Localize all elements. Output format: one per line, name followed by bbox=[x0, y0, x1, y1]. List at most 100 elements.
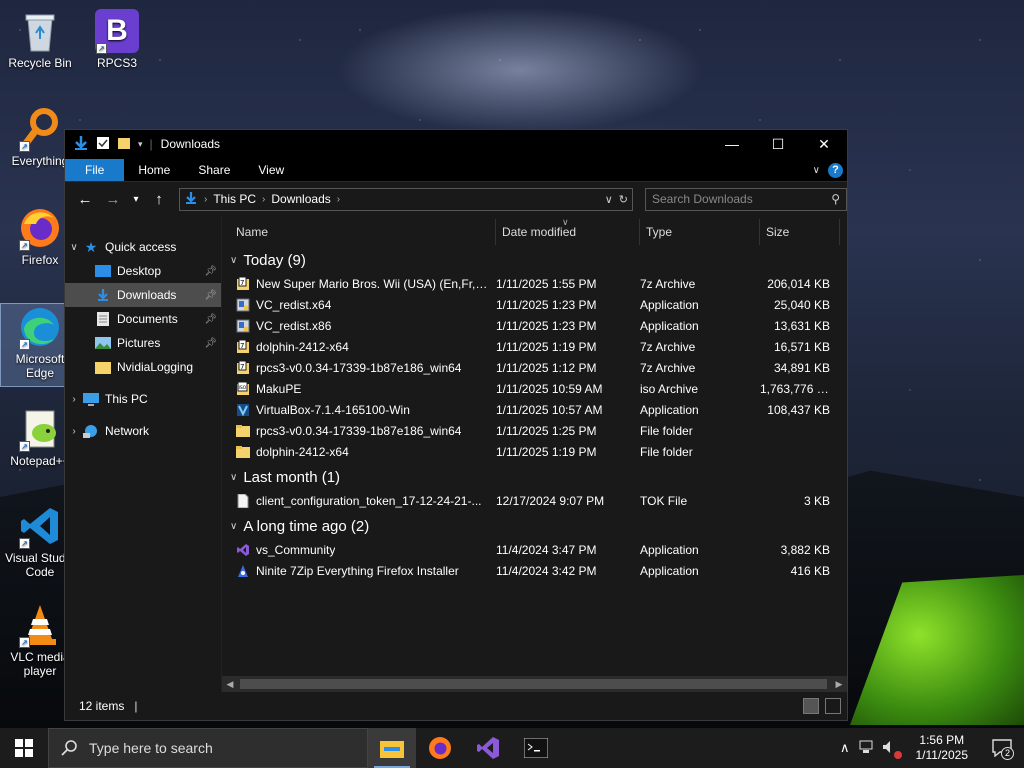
file-row[interactable]: ISO MakuPE 1/11/2025 10:59 AM iso Archive 1,… bbox=[222, 378, 847, 399]
file-name-cell: rpcs3-v0.0.34-17339-1b87e186_win64 bbox=[222, 424, 490, 438]
nav-documents[interactable]: Documents 📌︎ bbox=[65, 307, 221, 331]
file-icon bbox=[237, 493, 249, 508]
file-date: 1/11/2025 1:55 PM bbox=[496, 276, 597, 291]
notification-center-button[interactable]: 2 bbox=[984, 728, 1020, 768]
nav-desktop[interactable]: Desktop 📌︎ bbox=[65, 259, 221, 283]
breadcrumb-downloads[interactable]: Downloads bbox=[271, 192, 330, 206]
file-row[interactable]: 7 dolphin-2412-x64 1/11/2025 1:19 PM 7z Arc… bbox=[222, 336, 847, 357]
group-collapse-chevron-icon[interactable]: ∨ bbox=[230, 255, 237, 266]
file-row[interactable]: VirtualBox-7.1.4-165100-Win 1/11/2025 10:… bbox=[222, 399, 847, 420]
file-type: Application bbox=[640, 542, 699, 557]
customize-toolbar-chevron-icon[interactable]: ▾ bbox=[138, 139, 143, 150]
search-icon: ⚲ bbox=[831, 192, 840, 206]
tab-view[interactable]: View bbox=[244, 159, 298, 181]
horizontal-scrollbar[interactable]: ◀ ▶ bbox=[222, 676, 847, 692]
breadcrumb-this-pc[interactable]: This PC bbox=[213, 192, 256, 206]
file-size: 13,631 KB bbox=[773, 318, 830, 333]
expanded-chevron-icon[interactable]: ∨ bbox=[65, 242, 83, 253]
file-date: 1/11/2025 1:12 PM bbox=[496, 360, 597, 375]
navigation-pane: ∨ ★ Quick access Desktop 📌︎ Downloads 📌︎… bbox=[65, 217, 222, 692]
file-name-cell: dolphin-2412-x64 bbox=[222, 445, 490, 459]
pin-icon: 📌︎ bbox=[204, 265, 217, 277]
nav-label: NvidiaLogging bbox=[117, 360, 194, 374]
taskbar-file-explorer[interactable] bbox=[368, 728, 416, 768]
nav-label: Quick access bbox=[105, 240, 177, 254]
forward-button[interactable]: → bbox=[101, 191, 125, 208]
taskbar-search-input[interactable]: Type here to search bbox=[48, 728, 368, 768]
file-row[interactable]: rpcs3-v0.0.34-17339-1b87e186_win64 1/11/2… bbox=[222, 420, 847, 441]
group-collapse-chevron-icon[interactable]: ∨ bbox=[230, 472, 237, 483]
group-collapse-chevron-icon[interactable]: ∨ bbox=[230, 521, 237, 532]
file-row[interactable]: 7 rpcs3-v0.0.34-17339-1b87e186_win64 1/11/… bbox=[222, 357, 847, 378]
group-header[interactable]: ∨ Last month (1) bbox=[222, 464, 847, 490]
column-header-size[interactable]: Size bbox=[760, 219, 840, 245]
help-icon[interactable]: ? bbox=[828, 162, 843, 178]
collapsed-chevron-icon[interactable]: › bbox=[65, 426, 83, 437]
vscode-icon: ↗ bbox=[17, 503, 63, 549]
file-size: 108,437 KB bbox=[767, 402, 830, 417]
clock-date: 1/11/2025 bbox=[915, 748, 969, 762]
new-folder-icon[interactable] bbox=[117, 136, 131, 153]
search-downloads-input[interactable]: Search Downloads ⚲ bbox=[645, 187, 847, 211]
nav-pictures[interactable]: Pictures 📌︎ bbox=[65, 331, 221, 355]
expand-ribbon-chevron-icon[interactable]: ∨ bbox=[813, 165, 820, 176]
recent-locations-chevron-icon[interactable]: ▾ bbox=[129, 194, 143, 205]
file-row[interactable]: dolphin-2412-x64 1/11/2025 1:19 PM File fo… bbox=[222, 441, 847, 462]
column-header-type[interactable]: Type bbox=[640, 219, 760, 245]
nav-quick-access[interactable]: ∨ ★ Quick access bbox=[65, 235, 221, 259]
nav-nvidialogging[interactable]: NvidiaLogging bbox=[65, 355, 221, 379]
scroll-right-icon[interactable]: ▶ bbox=[831, 679, 847, 690]
properties-icon[interactable] bbox=[96, 136, 110, 153]
start-button[interactable] bbox=[0, 728, 48, 768]
file-type: File folder bbox=[640, 423, 693, 438]
nav-downloads[interactable]: Downloads 📌︎ bbox=[65, 283, 221, 307]
status-bar: 12 items | bbox=[65, 692, 847, 720]
minimize-button[interactable]: — bbox=[709, 130, 755, 158]
taskbar-firefox[interactable] bbox=[416, 728, 464, 768]
address-bar[interactable]: › This PC › Downloads › ∨ ↻ bbox=[179, 187, 633, 211]
file-name-cell: Ninite 7Zip Everything Firefox Installer bbox=[222, 564, 490, 578]
file-row[interactable]: VC_redist.x86 1/11/2025 1:23 PM Applicatio… bbox=[222, 315, 847, 336]
show-hidden-icons-chevron-icon[interactable]: ∧ bbox=[840, 740, 850, 756]
refresh-icon[interactable]: ↻ bbox=[619, 193, 628, 206]
title-bar[interactable]: ▾ | Downloads — ☐ ✕ bbox=[65, 130, 847, 158]
group-header[interactable]: ∨ A long time ago (2) bbox=[222, 513, 847, 539]
details-view-button[interactable] bbox=[803, 698, 819, 714]
firefox-icon bbox=[429, 737, 451, 759]
everything-search-icon: ↗ bbox=[17, 106, 63, 152]
close-button[interactable]: ✕ bbox=[801, 130, 847, 158]
file-row[interactable]: client_configuration_token_17-12-24-21-.… bbox=[222, 490, 847, 511]
desktop-icon-rpcs3[interactable]: B ↗ RPCS3 bbox=[77, 8, 157, 70]
back-button[interactable]: ← bbox=[73, 191, 97, 208]
scrollbar-thumb[interactable] bbox=[240, 679, 827, 689]
collapsed-chevron-icon[interactable]: › bbox=[65, 394, 83, 405]
tab-file[interactable]: File bbox=[65, 159, 125, 181]
clock-time: 1:56 PM bbox=[919, 733, 965, 747]
file-row[interactable]: VC_redist.x64 1/11/2025 1:23 PM Applicatio… bbox=[222, 294, 847, 315]
column-header-name[interactable]: Name bbox=[222, 219, 496, 245]
taskbar-terminal[interactable] bbox=[512, 728, 560, 768]
nav-network[interactable]: › Network bbox=[65, 419, 221, 443]
up-button[interactable]: ↑ bbox=[147, 191, 171, 208]
group-header[interactable]: ∨ Today (9) bbox=[222, 247, 847, 273]
file-name-cell: client_configuration_token_17-12-24-21-.… bbox=[222, 493, 490, 508]
address-history-chevron-icon[interactable]: ∨ bbox=[605, 193, 613, 206]
large-icons-view-button[interactable] bbox=[825, 698, 841, 714]
nav-this-pc[interactable]: › This PC bbox=[65, 387, 221, 411]
scroll-left-icon[interactable]: ◀ bbox=[222, 679, 238, 690]
file-row[interactable]: vs_Community 11/4/2024 3:47 PM Application… bbox=[222, 539, 847, 560]
tab-share[interactable]: Share bbox=[184, 159, 244, 181]
tab-home[interactable]: Home bbox=[124, 159, 184, 181]
file-row[interactable]: Ninite 7Zip Everything Firefox Installer… bbox=[222, 560, 847, 581]
file-type: Application bbox=[640, 318, 699, 333]
file-name: New Super Mario Bros. Wii (USA) (En,Fr,E… bbox=[256, 276, 490, 291]
column-header-date-modified[interactable]: Date modified ∨ bbox=[496, 217, 640, 245]
desktop-icon-recycle-bin[interactable]: Recycle Bin bbox=[0, 8, 80, 70]
maximize-button[interactable]: ☐ bbox=[755, 130, 801, 158]
network-status-icon[interactable] bbox=[858, 740, 874, 757]
volume-muted-icon[interactable] bbox=[882, 740, 902, 759]
taskbar-visual-studio[interactable] bbox=[464, 728, 512, 768]
file-row[interactable]: 7 New Super Mario Bros. Wii (USA) (En,Fr,… bbox=[222, 273, 847, 294]
system-tray: ∧ 1:56 PM 1/11/2025 2 bbox=[840, 728, 1024, 768]
taskbar-clock[interactable]: 1:56 PM 1/11/2025 bbox=[908, 733, 977, 763]
